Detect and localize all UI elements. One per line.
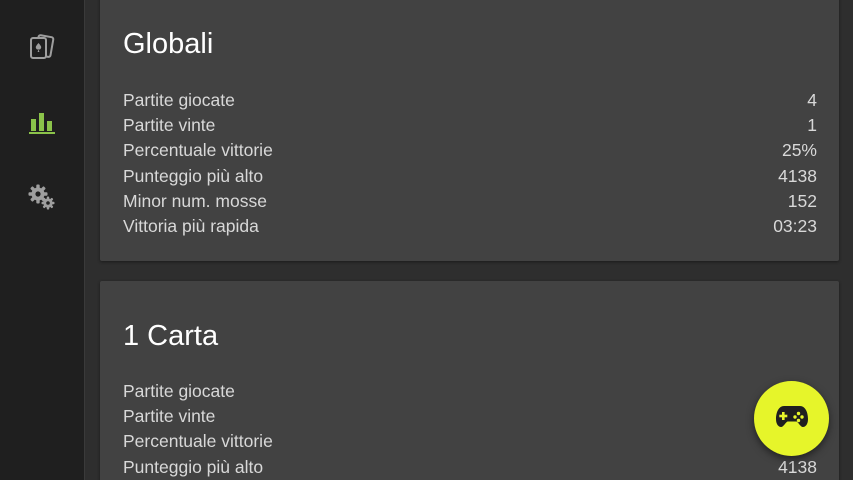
stats-rows: Partite giocate 4 Partite vinte 1 Percen… [123,88,817,240]
card-title: Globali [123,28,214,60]
stat-row: Percentuale vittorie [123,430,817,455]
stat-row: Punteggio più alto 4138 [123,164,817,189]
stat-label: Partite vinte [123,115,216,136]
stat-row: Partite giocate 4 [123,88,817,113]
cards-icon [28,33,56,61]
card-title: 1 Carta [123,320,219,352]
gamepad-icon [775,403,809,434]
stat-row: Percentuale vittorie 25% [123,139,817,164]
stat-value: 4138 [778,456,817,477]
sidebar [0,0,85,480]
stat-label: Partite vinte [123,406,216,427]
stat-value: 152 [787,191,817,212]
stat-row: Partite vinte [123,404,817,429]
stat-label: Vittoria più rapida [123,216,259,237]
stat-value: 1 [807,115,817,136]
stat-row: Punteggio più alto 4138 [123,455,817,480]
stat-row: Vittoria più rapida 03:23 [123,214,817,239]
nav-games[interactable] [0,17,84,77]
stat-label: Punteggio più alto [123,456,264,477]
stats-rows: Partite giocate Partite vinte Percentual… [123,379,817,480]
stats-card-one-card: 1 Carta Partite giocate Partite vinte Pe… [100,281,839,480]
stat-row: Minor num. mosse 152 [123,189,817,214]
stat-label: Percentuale vittorie [123,140,273,161]
stat-value: 4 [807,89,817,110]
stat-label: Percentuale vittorie [123,431,273,452]
bar-chart-icon [28,108,56,136]
stat-label: Minor num. mosse [123,191,267,212]
stat-row: Partite giocate [123,379,817,404]
stat-value: 03:23 [773,216,817,237]
statistics-content[interactable]: Globali Partite giocate 4 Partite vinte … [85,0,853,480]
stat-label: Partite giocate [123,89,235,110]
stats-card-global: Globali Partite giocate 4 Partite vinte … [100,0,839,261]
stat-row: Partite vinte 1 [123,113,817,138]
stat-value: 4138 [778,165,817,186]
nav-statistics[interactable] [0,92,84,152]
stat-value: 25% [781,140,817,161]
stat-label: Partite giocate [123,380,235,401]
nav-settings[interactable] [0,167,84,227]
gears-icon [27,182,57,212]
stat-label: Punteggio più alto [123,165,264,186]
play-games-button[interactable] [754,381,829,456]
